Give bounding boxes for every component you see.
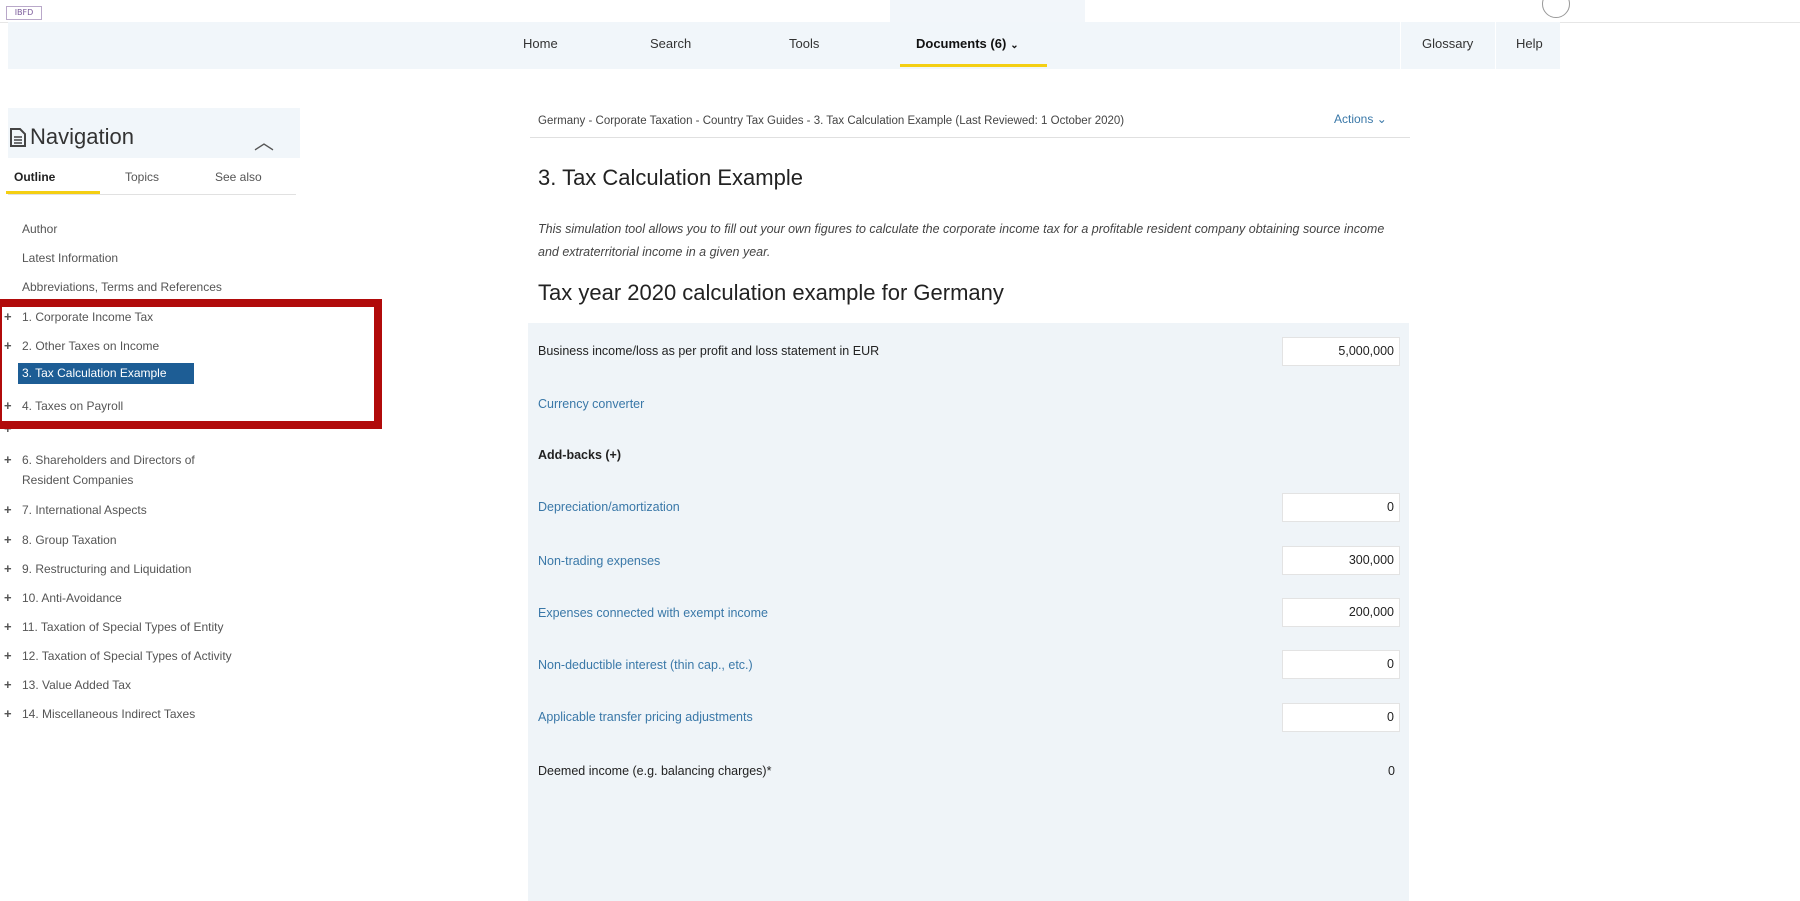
page-title: 3. Tax Calculation Example (538, 165, 803, 190)
exempt-income-expenses-link[interactable]: Expenses connected with exempt income (538, 606, 768, 620)
outline-item-10[interactable]: 10. Anti-Avoidance (22, 591, 122, 605)
depreciation-link[interactable]: Depreciation/amortization (538, 500, 680, 514)
expand-plus-icon[interactable]: + (4, 648, 12, 663)
outline-item-latest-information[interactable]: Latest Information (22, 251, 118, 265)
expand-plus-icon[interactable]: + (4, 502, 12, 517)
nav-separator (1400, 22, 1401, 69)
nav-help[interactable]: Help (1516, 36, 1543, 51)
expand-plus-icon[interactable]: + (4, 398, 12, 413)
expand-plus-icon[interactable]: + (4, 590, 12, 605)
transfer-pricing-input[interactable]: 0 (1282, 703, 1400, 732)
expand-plus-icon[interactable]: + (4, 619, 12, 634)
outline-item-abbreviations[interactable]: Abbreviations, Terms and References (22, 280, 222, 294)
outline-item-11[interactable]: 11. Taxation of Special Types of Entity (22, 620, 223, 634)
nav-separator (1495, 22, 1496, 69)
expand-plus-icon[interactable]: + (4, 421, 12, 436)
chevron-down-icon: ⌄ (1376, 112, 1387, 126)
tab-outline[interactable]: Outline (14, 170, 55, 184)
expand-plus-icon[interactable]: + (4, 532, 12, 547)
document-icon (10, 127, 26, 147)
nav-active-underline (900, 64, 1047, 67)
outline-item-13[interactable]: 13. Value Added Tax (22, 678, 131, 692)
tab-see-also[interactable]: See also (215, 170, 262, 184)
non-trading-expenses-link[interactable]: Non-trading expenses (538, 554, 660, 568)
expand-plus-icon[interactable]: + (4, 677, 12, 692)
chevron-down-icon: ⌄ (1010, 40, 1019, 51)
outline-item-5[interactable]: 5. Taxes on Capital (22, 422, 124, 429)
nav-tools[interactable]: Tools (789, 36, 819, 51)
top-field[interactable] (890, 0, 1085, 23)
tab-active-underline (6, 191, 100, 194)
intro-text: This simulation tool allows you to fill … (538, 222, 1385, 259)
transfer-pricing-link[interactable]: Applicable transfer pricing adjustments (538, 710, 753, 724)
chevron-up-icon[interactable]: ︿ (254, 126, 274, 155)
currency-converter-link[interactable]: Currency converter (538, 397, 644, 411)
outline-item-9[interactable]: 9. Restructuring and Liquidation (22, 562, 191, 576)
ibfd-logo[interactable]: IBFD (6, 6, 42, 20)
expand-plus-icon[interactable]: + (4, 452, 12, 467)
tab-topics[interactable]: Topics (125, 170, 159, 184)
outline-item-7[interactable]: 7. International Aspects (22, 503, 147, 517)
outline-item-6-cont[interactable]: Resident Companies (22, 473, 133, 487)
outline-item-14[interactable]: 14. Miscellaneous Indirect Taxes (22, 707, 195, 721)
sidebar-tabs: Outline Topics See also (8, 158, 296, 195)
non-deductible-interest-input[interactable]: 0 (1282, 650, 1400, 679)
divider (530, 137, 1410, 138)
outline-item-8[interactable]: 8. Group Taxation (22, 533, 117, 547)
nav-home[interactable]: Home (523, 36, 558, 51)
expand-plus-icon[interactable]: + (4, 309, 12, 324)
nav-glossary[interactable]: Glossary (1422, 36, 1473, 51)
outline-item-3-active[interactable]: 3. Tax Calculation Example (18, 363, 194, 384)
outline-item-6[interactable]: 6. Shareholders and Directors of (22, 453, 195, 467)
nav-search[interactable]: Search (650, 36, 691, 51)
row-label-business-income: Business income/loss as per profit and l… (538, 344, 880, 358)
depreciation-input[interactable]: 0 (1282, 493, 1400, 522)
outline-item-12[interactable]: 12. Taxation of Special Types of Activit… (22, 649, 232, 663)
add-backs-heading: Add-backs (+) (538, 448, 622, 462)
expand-plus-icon[interactable]: + (4, 706, 12, 721)
outline-item-author[interactable]: Author (22, 222, 57, 236)
outline-item-4[interactable]: 4. Taxes on Payroll (22, 399, 123, 413)
top-strip: IBFD (0, 0, 1800, 23)
navigation-title: Navigation (10, 124, 134, 150)
exempt-income-expenses-input[interactable]: 200,000 (1282, 598, 1400, 627)
user-avatar-icon[interactable] (1542, 0, 1570, 18)
row-label-deemed-income: Deemed income (e.g. balancing charges)* (538, 764, 772, 778)
business-income-input[interactable]: 5,000,000 (1282, 337, 1400, 366)
nav-documents[interactable]: Documents (6) ⌄ (916, 36, 1019, 51)
calculation-title: Tax year 2020 calculation example for Ge… (538, 280, 1004, 305)
deemed-income-value: 0 (1388, 764, 1395, 778)
expand-plus-icon[interactable]: + (4, 338, 12, 353)
actions-menu[interactable]: Actions ⌄ (1334, 112, 1387, 126)
non-trading-expenses-input[interactable]: 300,000 (1282, 546, 1400, 575)
outline-item-1[interactable]: 1. Corporate Income Tax (22, 310, 153, 324)
breadcrumb: Germany - Corporate Taxation - Country T… (538, 115, 1125, 127)
main-nav (8, 22, 1560, 69)
non-deductible-interest-link[interactable]: Non-deductible interest (thin cap., etc.… (538, 658, 753, 672)
outline-item-2[interactable]: 2. Other Taxes on Income (22, 339, 159, 353)
expand-plus-icon[interactable]: + (4, 561, 12, 576)
